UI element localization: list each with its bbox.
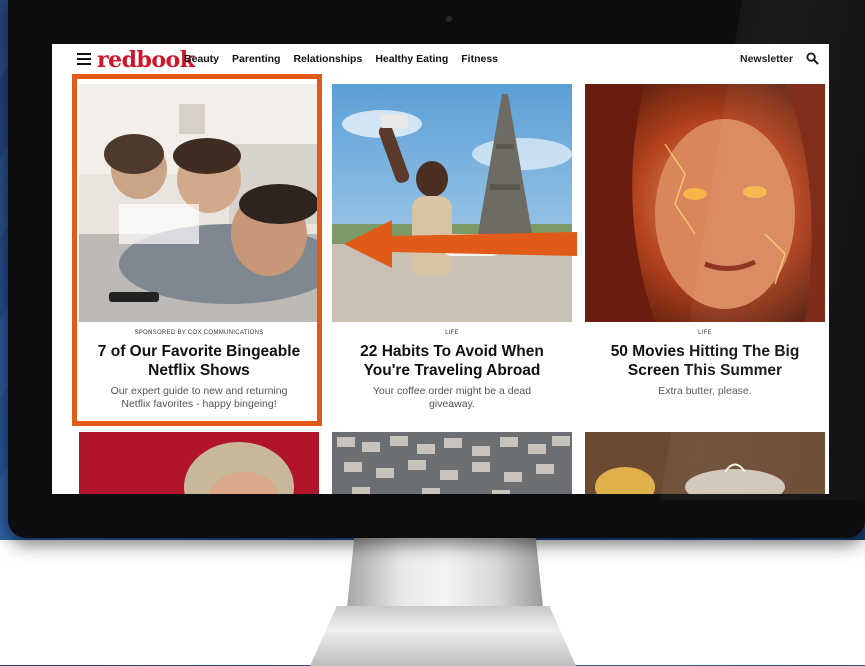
article-title[interactable]: 50 Movies Hitting The Big Screen This Su…: [585, 342, 825, 380]
nav-link-fitness[interactable]: Fitness: [461, 53, 498, 65]
menu-icon[interactable]: [77, 53, 91, 65]
top-navigation: redbook Beauty Parenting Relationships H…: [52, 44, 829, 74]
article-image-movie[interactable]: [585, 84, 825, 322]
nav-link-parenting[interactable]: Parenting: [232, 53, 280, 65]
article-kicker: LIFE: [445, 330, 459, 336]
article-image-row2-2[interactable]: [332, 432, 572, 494]
highlight-box: [72, 74, 322, 426]
nav-link-beauty[interactable]: Beauty: [184, 53, 219, 65]
browser-viewport: redbook Beauty Parenting Relationships H…: [52, 44, 829, 494]
nav-link-healthy-eating[interactable]: Healthy Eating: [375, 53, 448, 65]
monitor-frame: redbook Beauty Parenting Relationships H…: [8, 0, 865, 538]
monitor-stand-base: [310, 606, 576, 666]
nav-link-relationships[interactable]: Relationships: [293, 53, 362, 65]
article-dek: Extra butter, please.: [658, 385, 752, 397]
article-image-paris[interactable]: [332, 84, 572, 322]
article-dek: Your coffee order might be a dead giveaw…: [372, 385, 532, 410]
camera-icon: [446, 16, 452, 22]
article-title[interactable]: 22 Habits To Avoid When You're Traveling…: [332, 342, 572, 380]
article-image-row2-3[interactable]: [585, 432, 825, 494]
article-image-row2-1[interactable]: [79, 432, 319, 494]
search-icon[interactable]: [806, 52, 819, 65]
article-kicker: LIFE: [698, 330, 712, 336]
newsletter-link[interactable]: Newsletter: [740, 53, 793, 65]
article-card[interactable]: LIFE 50 Movies Hitting The Big Screen Th…: [585, 84, 825, 398]
nav-links: Beauty Parenting Relationships Healthy E…: [184, 53, 498, 65]
arrow-icon: [344, 220, 577, 268]
site-logo[interactable]: redbook: [97, 47, 195, 73]
